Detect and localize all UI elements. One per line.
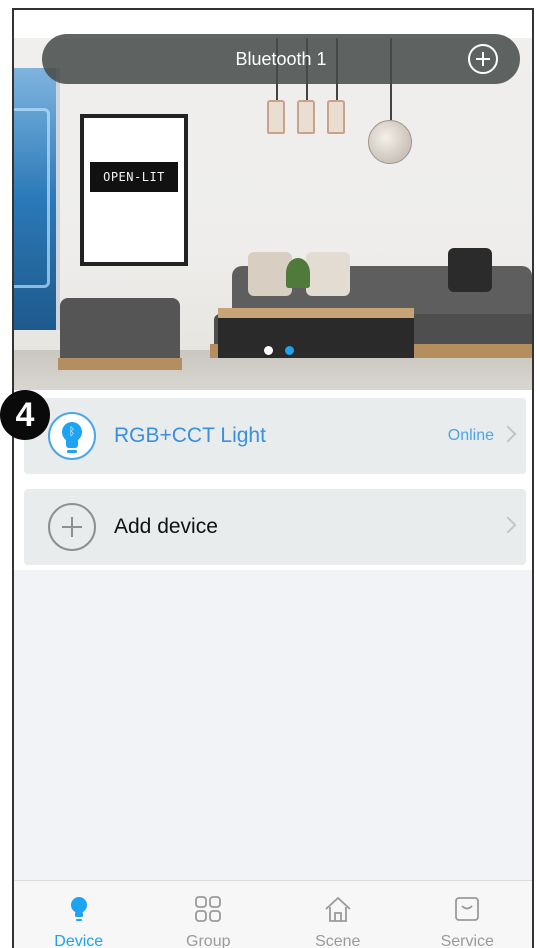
armchair-decoration xyxy=(60,298,180,362)
coffee-table-decoration xyxy=(218,308,414,358)
tab-label: Service xyxy=(440,933,494,948)
plus-circle-icon xyxy=(48,503,96,551)
page-title: Bluetooth 1 xyxy=(235,49,327,69)
grid-icon xyxy=(195,896,222,922)
bottom-tab-bar: Device Group Scene Service xyxy=(14,880,532,948)
device-row-rgb-cct-light[interactable]: ᛒ RGB+CCT Light Online xyxy=(24,398,526,474)
step-badge: 4 xyxy=(0,390,50,440)
add-device-button[interactable]: Add device xyxy=(24,489,526,565)
bluetooth-bulb-icon: ᛒ xyxy=(48,412,96,460)
device-list: ᛒ RGB+CCT Light Online Add device xyxy=(14,390,532,570)
header-bar: Bluetooth 1 xyxy=(42,34,520,84)
carousel-dots xyxy=(264,346,294,355)
wall-poster: OPEN-LIT xyxy=(80,114,188,266)
armchair-base-decoration xyxy=(58,358,182,370)
pillow-decoration xyxy=(306,252,350,296)
tab-label: Device xyxy=(54,933,104,948)
device-status: Online xyxy=(447,427,494,444)
tab-service[interactable]: Service xyxy=(403,881,533,948)
chevron-right-icon xyxy=(499,516,517,534)
window-frame-decoration xyxy=(14,108,50,288)
carousel-dot[interactable] xyxy=(264,346,273,355)
tab-device[interactable]: Device xyxy=(14,881,144,948)
pendant-lamp-icon xyxy=(297,100,315,134)
carousel-dot-active[interactable] xyxy=(285,346,294,355)
tab-label: Group xyxy=(186,933,231,948)
pendant-lamp-icon xyxy=(267,100,285,134)
chevron-right-icon xyxy=(499,425,517,443)
globe-lamp-icon xyxy=(368,120,412,164)
pendant-lamp-icon xyxy=(327,100,345,134)
plus-circle-icon[interactable] xyxy=(468,44,498,74)
add-device-label: Add device xyxy=(114,515,218,538)
tab-scene[interactable]: Scene xyxy=(273,881,403,948)
device-name: RGB+CCT Light xyxy=(114,424,266,447)
phone-frame: OPEN-LIT Bluetooth 1 ᛒ RGB+CCT Light Onl… xyxy=(12,8,534,948)
room-banner[interactable]: OPEN-LIT xyxy=(14,38,532,390)
tab-label: Scene xyxy=(315,933,361,948)
poster-text: OPEN-LIT xyxy=(90,162,178,192)
pillow-decoration xyxy=(448,248,492,292)
tab-group[interactable]: Group xyxy=(144,881,274,948)
plant-decoration xyxy=(286,258,310,288)
home-icon xyxy=(325,897,351,922)
lightbulb-icon xyxy=(70,897,87,921)
service-box-icon xyxy=(455,897,480,921)
